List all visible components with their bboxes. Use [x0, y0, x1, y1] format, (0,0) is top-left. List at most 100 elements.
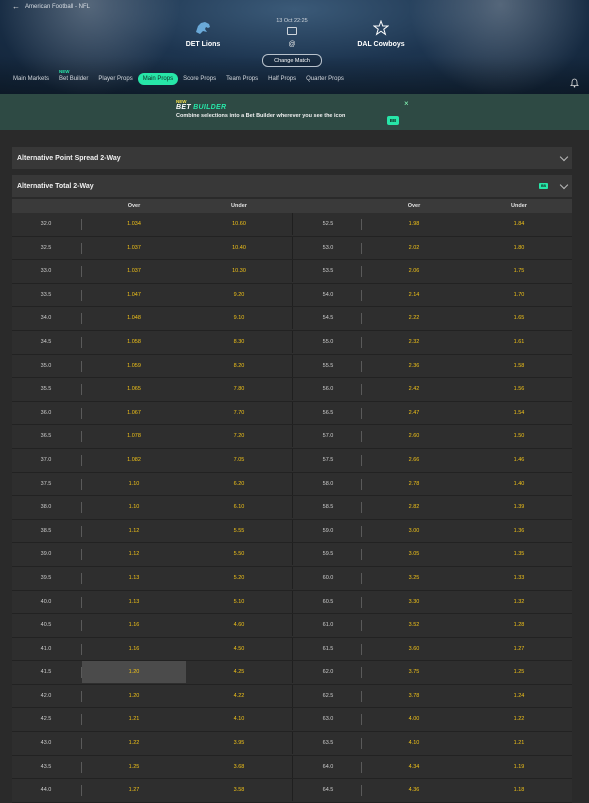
under-odds[interactable]: 1.28	[466, 614, 572, 636]
over-odds[interactable]: 1.10	[82, 473, 186, 495]
over-odds[interactable]: 1.065	[82, 378, 186, 400]
under-odds[interactable]: 7.20	[186, 425, 292, 447]
under-odds[interactable]: 1.40	[466, 473, 572, 495]
change-match-button[interactable]: Change Match	[262, 54, 322, 67]
under-odds[interactable]: 4.10	[186, 708, 292, 730]
over-odds[interactable]: 1.037	[82, 237, 186, 259]
over-odds[interactable]: 3.25	[362, 567, 466, 589]
over-odds[interactable]: 1.16	[82, 614, 186, 636]
breadcrumb-label[interactable]: American Football - NFL	[25, 4, 90, 10]
over-odds[interactable]: 3.05	[362, 543, 466, 565]
under-odds[interactable]: 1.39	[466, 496, 572, 518]
arrow-left-icon[interactable]: ←	[12, 3, 20, 11]
over-odds[interactable]: 1.13	[82, 591, 186, 613]
under-odds[interactable]: 1.27	[466, 638, 572, 660]
over-odds[interactable]: 1.10	[82, 496, 186, 518]
over-odds[interactable]: 2.32	[362, 331, 466, 353]
under-odds[interactable]: 4.50	[186, 638, 292, 660]
under-odds[interactable]: 1.25	[466, 661, 572, 683]
over-odds[interactable]: 1.037	[82, 260, 186, 282]
under-odds[interactable]: 1.35	[466, 543, 572, 565]
under-odds[interactable]: 9.20	[186, 284, 292, 306]
over-odds[interactable]: 1.98	[362, 213, 466, 235]
over-odds[interactable]: 1.059	[82, 355, 186, 377]
under-odds[interactable]: 6.10	[186, 496, 292, 518]
under-odds[interactable]: 1.61	[466, 331, 572, 353]
under-odds[interactable]: 3.58	[186, 779, 292, 801]
tab-team-props[interactable]: Team Props	[221, 73, 263, 85]
tab-half-props[interactable]: Half Props	[263, 73, 301, 85]
under-odds[interactable]: 9.10	[186, 307, 292, 329]
under-odds[interactable]: 6.20	[186, 473, 292, 495]
tab-bet-builder[interactable]: NEW Bet Builder	[54, 69, 93, 85]
over-odds[interactable]: 1.082	[82, 449, 186, 471]
tab-main-props[interactable]: Main Props	[137, 73, 179, 85]
under-odds[interactable]: 1.46	[466, 449, 572, 471]
under-odds[interactable]: 4.25	[186, 661, 292, 683]
under-odds[interactable]: 1.21	[466, 732, 572, 754]
over-odds[interactable]: 2.82	[362, 496, 466, 518]
over-odds[interactable]: 1.058	[82, 331, 186, 353]
over-odds[interactable]: 2.06	[362, 260, 466, 282]
close-icon[interactable]: ×	[404, 99, 409, 108]
over-odds[interactable]: 1.21	[82, 708, 186, 730]
over-odds[interactable]: 4.34	[362, 756, 466, 778]
under-odds[interactable]: 4.60	[186, 614, 292, 636]
over-odds[interactable]: 3.78	[362, 685, 466, 707]
under-odds[interactable]: 1.33	[466, 567, 572, 589]
over-odds[interactable]: 1.12	[82, 520, 186, 542]
section-alt-point-spread[interactable]: Alternative Point Spread 2-Way	[12, 147, 572, 169]
under-odds[interactable]: 10.30	[186, 260, 292, 282]
over-odds[interactable]: 3.52	[362, 614, 466, 636]
under-odds[interactable]: 7.80	[186, 378, 292, 400]
over-odds[interactable]: 4.00	[362, 708, 466, 730]
under-odds[interactable]: 7.05	[186, 449, 292, 471]
over-odds[interactable]: 3.30	[362, 591, 466, 613]
under-odds[interactable]: 1.32	[466, 591, 572, 613]
under-odds[interactable]: 1.65	[466, 307, 572, 329]
tab-player-props[interactable]: Player Props	[93, 73, 137, 85]
over-odds[interactable]: 2.66	[362, 449, 466, 471]
under-odds[interactable]: 1.22	[466, 708, 572, 730]
over-odds[interactable]: 2.60	[362, 425, 466, 447]
under-odds[interactable]: 5.10	[186, 591, 292, 613]
over-odds[interactable]: 1.048	[82, 307, 186, 329]
under-odds[interactable]: 1.56	[466, 378, 572, 400]
over-odds[interactable]: 2.36	[362, 355, 466, 377]
over-odds[interactable]: 1.25	[82, 756, 186, 778]
under-odds[interactable]: 7.70	[186, 402, 292, 424]
over-odds[interactable]: 1.034	[82, 213, 186, 235]
over-odds[interactable]: 2.47	[362, 402, 466, 424]
over-odds[interactable]: 2.78	[362, 473, 466, 495]
under-odds[interactable]: 5.20	[186, 567, 292, 589]
under-odds[interactable]: 5.50	[186, 543, 292, 565]
over-odds[interactable]: 2.02	[362, 237, 466, 259]
over-odds[interactable]: 1.13	[82, 567, 186, 589]
over-odds[interactable]: 4.36	[362, 779, 466, 801]
under-odds[interactable]: 1.70	[466, 284, 572, 306]
under-odds[interactable]: 1.18	[466, 779, 572, 801]
under-odds[interactable]: 8.20	[186, 355, 292, 377]
over-odds[interactable]: 3.00	[362, 520, 466, 542]
under-odds[interactable]: 3.68	[186, 756, 292, 778]
over-odds[interactable]: 1.12	[82, 543, 186, 565]
under-odds[interactable]: 1.80	[466, 237, 572, 259]
under-odds[interactable]: 3.95	[186, 732, 292, 754]
chevron-down-icon[interactable]	[559, 180, 569, 190]
under-odds[interactable]: 4.22	[186, 685, 292, 707]
over-odds[interactable]: 4.10	[362, 732, 466, 754]
under-odds[interactable]: 8.30	[186, 331, 292, 353]
over-odds[interactable]: 1.078	[82, 425, 186, 447]
over-odds[interactable]: 1.20	[82, 661, 186, 684]
over-odds[interactable]: 3.75	[362, 661, 466, 683]
under-odds[interactable]: 1.58	[466, 355, 572, 377]
over-odds[interactable]: 2.42	[362, 378, 466, 400]
over-odds[interactable]: 2.22	[362, 307, 466, 329]
bell-icon[interactable]	[570, 75, 579, 93]
breadcrumb[interactable]: ← American Football - NFL	[12, 3, 90, 11]
under-odds[interactable]: 1.50	[466, 425, 572, 447]
under-odds[interactable]: 1.36	[466, 520, 572, 542]
over-odds[interactable]: 1.20	[82, 685, 186, 707]
over-odds[interactable]: 2.14	[362, 284, 466, 306]
over-odds[interactable]: 3.60	[362, 638, 466, 660]
